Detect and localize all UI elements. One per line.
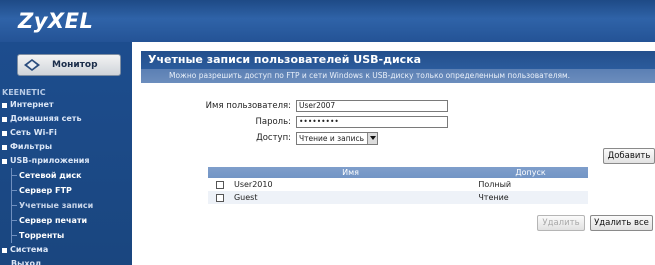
sidebar-item-label: Фильтры: [10, 142, 53, 151]
sidebar-subitem-accounts[interactable]: Учетные записи: [0, 198, 132, 213]
sidebar-item-label: Домашняя сеть: [10, 114, 82, 123]
sidebar-item-wifi[interactable]: Сеть Wi-Fi: [0, 126, 132, 140]
username-row: Имя пользователя: User2007: [141, 99, 448, 113]
monitor-icon: [18, 58, 46, 72]
username-input[interactable]: User2007: [296, 100, 448, 112]
header: ZyXEL: [0, 0, 655, 42]
sidebar-subitem-ftp-server[interactable]: Сервер FTP: [0, 183, 132, 198]
sidebar-subitem-torrents[interactable]: Торренты: [0, 228, 132, 243]
sidebar-item-home-network[interactable]: Домашняя сеть: [0, 112, 132, 126]
access-select-value: Чтение и запись: [299, 133, 365, 143]
sidebar-nav: KEENETIC Интернет Домашняя сеть Сеть Wi-…: [0, 88, 132, 265]
sidebar-item-label: Интернет: [10, 100, 54, 109]
bullet-icon: [2, 158, 7, 164]
password-input[interactable]: •••••••••: [296, 116, 448, 128]
row-name: Guest: [233, 193, 258, 202]
bullet-icon: [2, 102, 7, 108]
sidebar: Монитор KEENETIC Интернет Домашняя сеть …: [0, 42, 132, 265]
monitor-label: Монитор: [52, 60, 98, 70]
sidebar-item-system[interactable]: Система: [0, 243, 132, 257]
chevron-down-icon[interactable]: [367, 132, 378, 144]
password-label: Пароль:: [255, 117, 291, 127]
sidebar-item-logout[interactable]: Выход: [0, 257, 132, 265]
bullet-icon: [2, 247, 7, 253]
access-select[interactable]: Чтение и запись: [296, 131, 379, 145]
password-row: Пароль: •••••••••: [141, 115, 448, 129]
sidebar-item-label: Сеть Wi-Fi: [10, 128, 57, 137]
table-row[interactable]: User2010 Полный: [208, 178, 588, 191]
page-title: Учетные записи пользователей USB-диска: [141, 51, 655, 69]
row-checkbox[interactable]: [216, 193, 224, 202]
zyxel-logo: ZyXEL: [18, 9, 94, 33]
sidebar-subitem-network-disk[interactable]: Сетевой диск: [0, 168, 132, 183]
sidebar-item-label: USB-приложения: [10, 156, 90, 165]
add-button[interactable]: Добавить: [603, 148, 655, 164]
row-checkbox[interactable]: [216, 180, 224, 189]
sidebar-item-label: Система: [10, 245, 49, 254]
access-label: Доступ:: [256, 133, 291, 143]
monitor-button[interactable]: Монитор: [17, 54, 121, 76]
username-label: Имя пользователя:: [205, 101, 291, 111]
row-name: User2010: [233, 180, 273, 189]
access-row: Доступ: Чтение и запись: [141, 131, 379, 145]
bullet-icon: [2, 116, 7, 122]
sidebar-item-internet[interactable]: Интернет: [0, 98, 132, 112]
sidebar-section-keenetic: KEENETIC: [2, 88, 46, 97]
sidebar-item-usb-apps[interactable]: USB-приложения: [0, 154, 132, 168]
column-header-access: Допуск: [515, 168, 546, 177]
row-access: Чтение: [478, 193, 509, 202]
page-description: Можно разрешить доступ по FTP и сети Win…: [141, 69, 655, 83]
column-header-name: Имя: [342, 168, 359, 177]
sidebar-subitem-print-server[interactable]: Сервер печати: [0, 213, 132, 228]
delete-all-button[interactable]: Удалить все: [590, 215, 653, 231]
sidebar-item-filters[interactable]: Фильтры: [0, 140, 132, 154]
table-row[interactable]: Guest Чтение: [208, 191, 588, 204]
bullet-icon: [2, 144, 7, 150]
accounts-table: Имя Допуск User2010 Полный Guest Чтение: [208, 167, 588, 204]
bullet-icon: [2, 130, 7, 136]
row-access: Полный: [478, 180, 512, 189]
table-header: Имя Допуск: [208, 167, 588, 178]
main-panel: Учетные записи пользователей USB-диска М…: [141, 51, 655, 265]
delete-button[interactable]: Удалить: [537, 215, 585, 231]
